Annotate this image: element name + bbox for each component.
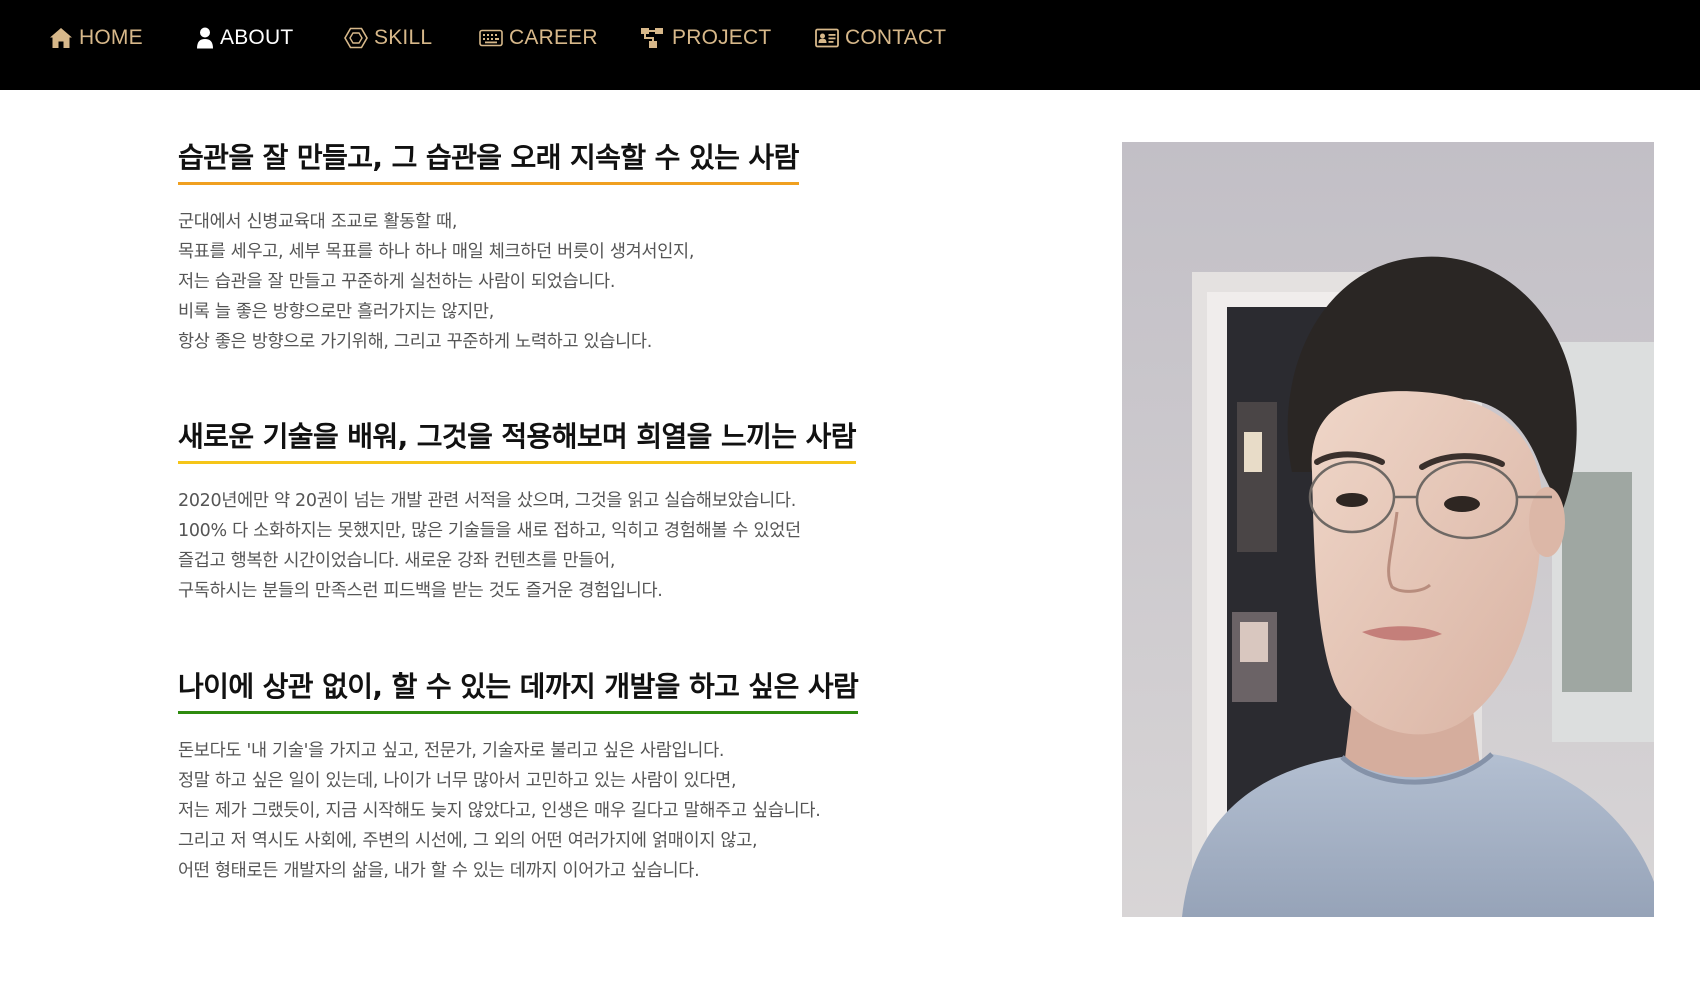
profile-photo (1122, 142, 1654, 917)
section-text-line: 그리고 저 역시도 사회에, 주변의 시선에, 그 외의 어떤 여러가지에 얽매… (178, 831, 758, 851)
section-text-line: 목표를 세우고, 세부 목표를 하나 하나 매일 체크하던 버릇이 생겨서인지, (178, 242, 695, 262)
nav-project[interactable]: PROJECT (640, 24, 771, 52)
section-title: 습관을 잘 만들고, 그 습관을 오래 지속할 수 있는 사람 (178, 140, 799, 185)
home-icon (49, 27, 73, 49)
section-text-line: 저는 제가 그랬듯이, 지금 시작해도 늦지 않았다고, 인생은 매우 길다고 … (178, 801, 821, 821)
nav-skill-label: SKILL (374, 26, 433, 49)
about-section-learning: 새로운 기술을 배워, 그것을 적용해보며 희열을 느끼는 사람 2020년에만… (178, 419, 857, 606)
nav-career[interactable]: CAREER (479, 24, 598, 52)
top-navbar: HOME ABOUT SKILL CAREER PROJECT CONTACT (0, 0, 1700, 90)
nav-about-label: ABOUT (220, 26, 294, 49)
section-text-line: 저는 습관을 잘 만들고 꾸준하게 실천하는 사람이 되었습니다. (178, 272, 616, 292)
about-section-career: 나이에 상관 없이, 할 수 있는 데까지 개발을 하고 싶은 사람 돈보다도 … (178, 669, 859, 886)
section-text-line: 항상 좋은 방향으로 가기위해, 그리고 꾸준하게 노력하고 있습니다. (178, 332, 652, 352)
nav-contact-label: CONTACT (845, 26, 947, 49)
section-text-line: 즐겁고 행복한 시간이었습니다. 새로운 강좌 컨텐츠를 만들어, (178, 551, 616, 571)
section-text-line: 군대에서 신병교육대 조교로 활동할 때, (178, 212, 458, 232)
section-body: 군대에서 신병교육대 조교로 활동할 때, 목표를 세우고, 세부 목표를 하나… (178, 207, 799, 357)
section-title: 나이에 상관 없이, 할 수 있는 데까지 개발을 하고 싶은 사람 (178, 669, 859, 714)
nav-career-label: CAREER (509, 26, 598, 49)
nav-skill[interactable]: SKILL (344, 24, 432, 52)
nav-home-label: HOME (79, 26, 143, 49)
nav-project-label: PROJECT (672, 26, 772, 49)
section-title: 새로운 기술을 배워, 그것을 적용해보며 희열을 느끼는 사람 (178, 419, 857, 464)
nav-home[interactable]: HOME (49, 24, 143, 52)
section-text-line: 어떤 형태로든 개발자의 삶을, 내가 할 수 있는 데까지 이어가고 싶습니다… (178, 861, 700, 881)
contact-card-icon (815, 28, 839, 48)
section-body: 2020년에만 약 20권이 넘는 개발 관련 서적을 샀으며, 그것을 읽고 … (178, 486, 856, 606)
section-body: 돈보다도 '내 기술'을 가지고 싶고, 전문가, 기술자로 불리고 싶은 사람… (178, 736, 858, 886)
about-section-habits: 습관을 잘 만들고, 그 습관을 오래 지속할 수 있는 사람 군대에서 신병교… (178, 140, 799, 357)
sitemap-icon (640, 27, 666, 49)
nav-about[interactable]: ABOUT (196, 24, 293, 52)
nav-contact[interactable]: CONTACT (815, 24, 946, 52)
section-text-line: 100% 다 소화하지는 못했지만, 많은 기술들을 새로 접하고, 익히고 경… (178, 521, 801, 541)
section-text-line: 정말 하고 싶은 일이 있는데, 나이가 너무 많아서 고민하고 있는 사람이 … (178, 771, 737, 791)
user-icon (196, 27, 214, 49)
keyboard-icon (479, 29, 503, 47)
section-text-line: 구독하시는 분들의 만족스런 피드백을 받는 것도 즐거운 경험입니다. (178, 581, 663, 601)
section-text-line: 비록 늘 좋은 방향으로만 흘러가지는 않지만, (178, 302, 494, 322)
hexagon-icon (344, 27, 368, 49)
section-text-line: 돈보다도 '내 기술'을 가지고 싶고, 전문가, 기술자로 불리고 싶은 사람… (178, 741, 725, 761)
section-text-line: 2020년에만 약 20권이 넘는 개발 관련 서적을 샀으며, 그것을 읽고 … (178, 491, 796, 511)
portrait-illustration (1122, 142, 1654, 917)
